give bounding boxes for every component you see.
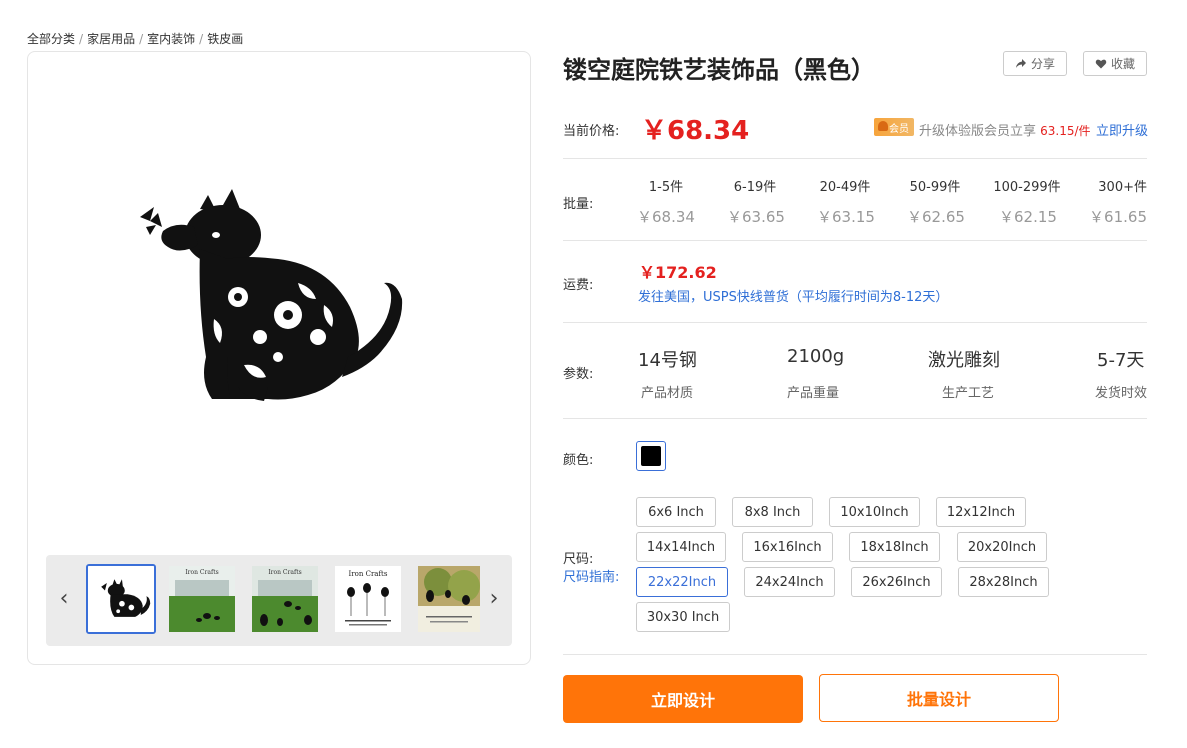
size-option[interactable]: 14x14Inch — [636, 532, 726, 562]
bulk-tier-price: ￥61.65 — [1089, 208, 1147, 226]
breadcrumb-metal-art[interactable]: 铁皮画 — [207, 32, 243, 46]
size-option[interactable]: 20x20Inch — [957, 532, 1047, 562]
color-swatch-black[interactable] — [636, 441, 666, 471]
size-option[interactable]: 30x30 Inch — [636, 602, 730, 632]
size-option[interactable]: 10x10Inch — [829, 497, 920, 527]
favorite-label: 收藏 — [1110, 57, 1135, 71]
param-value: 14号钢 — [638, 350, 697, 371]
bulk-tier-price: ￥63.15 — [817, 208, 875, 226]
divider — [563, 240, 1147, 241]
divider — [563, 418, 1147, 419]
vip-offer-label: 升级体验版会员立享 — [919, 124, 1037, 139]
thumbnail-caption: Iron Crafts — [349, 570, 388, 578]
shipping-description[interactable]: 发往美国，USPS快线普货（平均履行时间为8-12天） — [638, 286, 948, 305]
size-option[interactable]: 16x16Inch — [742, 532, 833, 562]
vip-badge: 会员 — [874, 118, 914, 136]
color-swatch-fill — [641, 446, 661, 466]
divider — [563, 322, 1147, 323]
breadcrumb-home-goods[interactable]: 家居用品 — [87, 32, 135, 46]
chevron-right-icon[interactable]: › — [482, 583, 506, 613]
param-key: 产品材质 — [641, 386, 694, 401]
thumbnail-caption: Iron Crafts — [268, 569, 301, 576]
design-now-button[interactable]: 立即设计 — [563, 675, 803, 723]
vip-badge-label: 会员 — [889, 123, 909, 135]
param-value: 激光雕刻 — [928, 350, 1000, 371]
current-price: ￥68.34 — [641, 116, 750, 146]
size-option[interactable]: 28x28Inch — [958, 567, 1049, 597]
product-gallery: ‹ Iron Crafts Iron Crafts Iron Crafts › — [27, 51, 531, 665]
bulk-tier-range: 20-49件 — [819, 180, 871, 195]
size-option[interactable]: 24x24Inch — [744, 567, 835, 597]
thumbnail-strip: ‹ Iron Crafts Iron Crafts Iron Crafts › — [46, 555, 512, 646]
size-option[interactable]: 6x6 Inch — [636, 497, 716, 527]
bulk-tier-range: 100-299件 — [993, 180, 1061, 195]
param-value: 2100g — [787, 346, 845, 367]
main-product-image — [128, 187, 428, 417]
bulk-tier-price: ￥62.15 — [999, 208, 1057, 226]
size-option[interactable]: 18x18Inch — [849, 532, 940, 562]
share-button[interactable]: 分享 — [1003, 51, 1067, 76]
thumbnail-5[interactable] — [418, 566, 480, 632]
bulk-tier-range: 50-99件 — [909, 180, 961, 195]
price-label: 当前价格: — [563, 124, 620, 139]
bulk-tier-range: 300+件 — [1098, 180, 1147, 195]
thumbnail-4[interactable]: Iron Crafts — [335, 566, 401, 632]
breadcrumb-interior-decor[interactable]: 室内装饰 — [147, 32, 195, 46]
breadcrumb-separator: / — [79, 32, 84, 46]
thumbnail-1[interactable] — [86, 564, 156, 634]
params-label: 参数: — [563, 367, 594, 382]
divider — [563, 654, 1147, 655]
bulk-tier-price: ￥62.65 — [907, 208, 965, 226]
favorite-button[interactable]: 收藏 — [1083, 51, 1147, 76]
thumbnail-caption: Iron Crafts — [185, 569, 218, 576]
param-key: 生产工艺 — [942, 386, 995, 401]
breadcrumb-separator: / — [199, 32, 204, 46]
upgrade-link[interactable]: 立即升级 — [1096, 120, 1148, 139]
divider — [563, 158, 1147, 159]
bulk-tier-range: 1-5件 — [648, 180, 684, 195]
param-value: 5-7天 — [1097, 350, 1145, 371]
share-icon — [1015, 58, 1026, 68]
thumbnail-2[interactable]: Iron Crafts — [169, 566, 235, 632]
heart-icon — [1095, 59, 1107, 68]
bulk-tier-price: ￥63.65 — [727, 208, 785, 226]
param-key: 发货时效 — [1095, 386, 1148, 401]
bulk-tier-price: ￥68.34 — [637, 208, 695, 226]
size-option-selected[interactable]: 22x22Inch — [636, 567, 728, 597]
bulk-design-button[interactable]: 批量设计 — [819, 674, 1059, 722]
breadcrumb: 全部分类 / 家居用品 / 室内装饰 / 铁皮画 — [27, 30, 243, 47]
product-title: 镂空庭院铁艺装饰品（黑色） — [563, 56, 875, 84]
shipping-label: 运费: — [563, 278, 594, 293]
size-option[interactable]: 8x8 Inch — [732, 497, 813, 527]
breadcrumb-all-categories[interactable]: 全部分类 — [27, 32, 75, 46]
chevron-left-icon[interactable]: ‹ — [52, 583, 76, 613]
share-label: 分享 — [1030, 57, 1055, 71]
breadcrumb-separator: / — [139, 32, 144, 46]
color-label: 颜色: — [563, 453, 594, 468]
bulk-label: 批量: — [563, 197, 594, 212]
bulk-tier-range: 6-19件 — [733, 180, 777, 195]
size-label: 尺码: — [563, 552, 594, 567]
size-option[interactable]: 12x12Inch — [936, 497, 1026, 527]
size-option[interactable]: 26x26Inch — [851, 567, 942, 597]
shipping-price: ￥172.62 — [639, 263, 717, 282]
vip-price: 63.15/件 — [1040, 124, 1091, 138]
param-key: 产品重量 — [787, 386, 840, 401]
vip-offer-text: 升级体验版会员立享 63.15/件 — [919, 120, 1091, 139]
size-guide-link[interactable]: 尺码指南: — [563, 566, 619, 585]
thumbnail-3[interactable]: Iron Crafts — [252, 566, 318, 632]
crown-icon — [878, 121, 888, 131]
